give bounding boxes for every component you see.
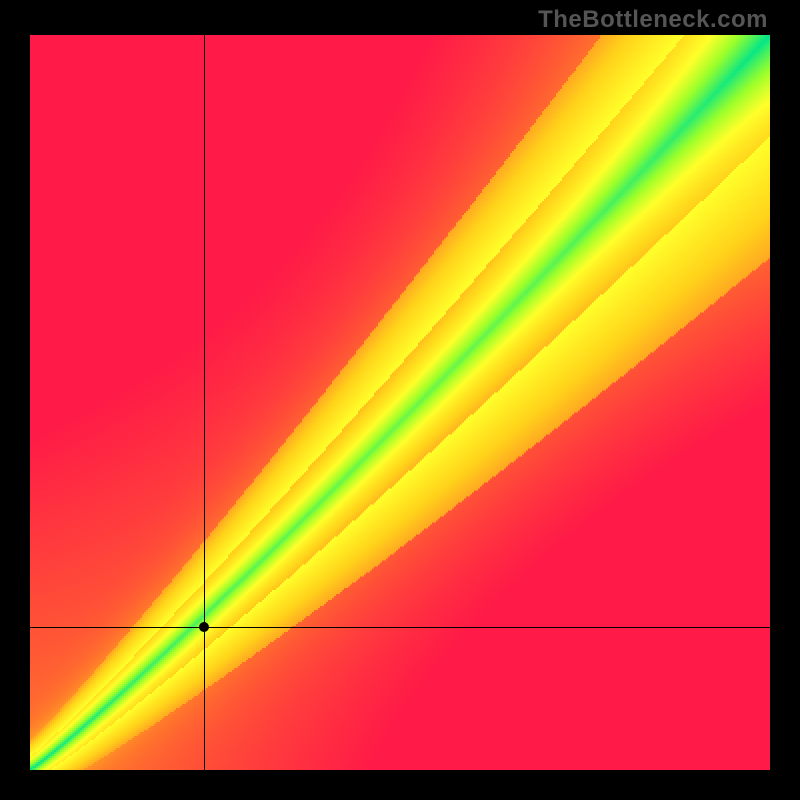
crosshair-vertical [204,35,205,770]
data-point-marker [199,622,209,632]
plot-area [30,35,770,770]
crosshair-horizontal [30,627,770,628]
chart-frame: TheBottleneck.com [0,0,800,800]
heatmap-canvas [30,35,770,770]
watermark-text: TheBottleneck.com [538,6,768,34]
